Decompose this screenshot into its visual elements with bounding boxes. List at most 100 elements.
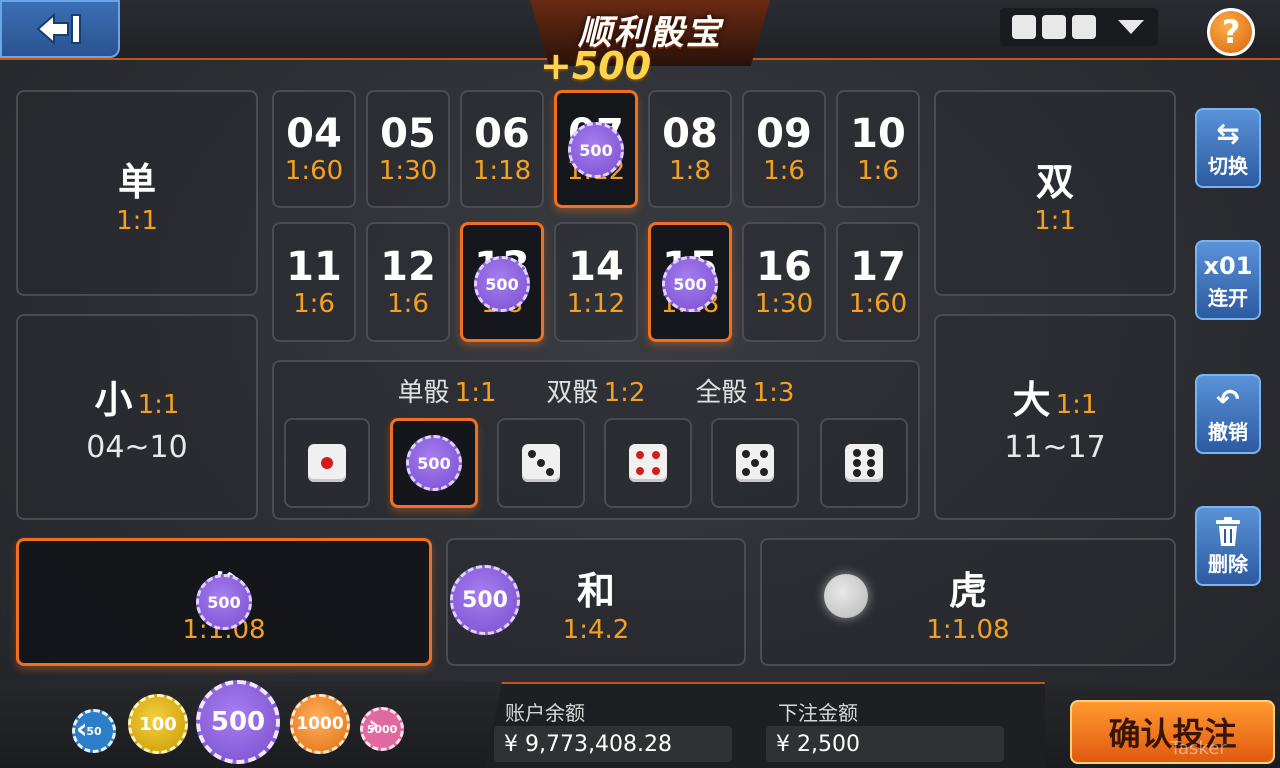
die-bet-1[interactable] [284,418,370,508]
sum-odds: 1:30 [378,156,438,186]
sum-cell-11[interactable]: 11 1:6 [272,222,356,342]
die-pip [636,467,644,475]
watermark: Tasker [1170,738,1227,759]
die-pip [528,450,536,458]
bet-small-header: 小 1:1 [95,369,180,424]
multiplier-label: 连开 [1208,285,1248,310]
menu-square-icon [1072,15,1096,39]
undo-button[interactable]: ↶ 撤销 [1195,374,1261,454]
sum-odds: 1:6 [857,156,899,186]
sum-number: 08 [662,111,718,157]
balance-label: 账户余额 [505,701,585,725]
chip-value: 1000 [296,714,344,734]
trash-icon [1216,516,1240,546]
scroll-left-icon[interactable]: ‹ [76,712,88,745]
die-pip [652,467,660,475]
chip-100[interactable]: 100 [128,694,188,754]
die-pip [760,450,768,458]
dropdown-arrow-icon [1118,20,1144,34]
die-face-5-icon [736,444,774,482]
win-popup: +500 [540,44,652,88]
bet-tie-odds: 1:4.2 [562,614,630,645]
switch-label: 切换 [1208,153,1248,178]
die-bet-2[interactable]: 500 [390,418,478,508]
die-bet-5[interactable] [711,418,799,508]
single-die-odds: 1:1 [454,378,497,408]
sum-number: 14 [568,244,624,290]
sum-odds: 1:6 [763,156,805,186]
switch-icon: ⇆ [1216,116,1240,150]
bet-big-range: 11~17 [1004,430,1106,465]
bet-amount-value: ¥ 2,500 [766,726,1004,762]
die-pip [546,468,554,476]
die-pip [867,449,875,457]
chip-5000[interactable]: 5000 [360,707,404,751]
sum-cell-04[interactable]: 04 1:60 [272,90,356,208]
delete-label: 删除 [1208,551,1248,576]
sum-cell-16[interactable]: 16 1:30 [742,222,826,342]
sum-odds: 1:18 [472,156,532,186]
bet-tiger[interactable]: 虎 1:1.08 [760,538,1176,666]
bet-small[interactable]: 小 1:1 04~10 [16,314,258,520]
multiplier-icon: x01 [1203,251,1253,280]
bet-big-label: 大 [1012,378,1051,422]
triple-die-header: 全骰 1:3 [695,372,794,409]
sum-odds: 1:8 [669,156,711,186]
undo-icon: ↶ [1216,382,1240,416]
sum-cell-08[interactable]: 08 1:8 [648,90,732,208]
bet-amount-label: 下注金额 [778,701,858,725]
die-pip [853,469,861,477]
die-bet-3[interactable] [497,418,585,508]
sum-cell-09[interactable]: 09 1:6 [742,90,826,208]
back-button[interactable] [0,0,120,58]
bet-odd[interactable]: 单 1:1 [16,90,258,296]
sum-number: 09 [756,111,812,157]
sum-cell-14[interactable]: 14 1:12 [554,222,638,342]
placed-chip: 500 [662,256,718,312]
die-bet-4[interactable] [604,418,692,508]
bet-even-odds: 1:1 [1034,205,1076,236]
sum-odds: 1:60 [284,156,344,186]
indicator-dot-icon [824,574,868,618]
die-face-1-icon [308,444,346,482]
sum-number: 16 [756,244,812,290]
die-pip [652,451,660,459]
bet-tiger-label: 虎 [948,568,987,613]
delete-button[interactable]: 删除 [1195,506,1261,586]
bet-even[interactable]: 双 1:1 [934,90,1176,296]
menu-dropdown[interactable] [1000,8,1158,46]
double-die-header: 双骰 1:2 [547,372,646,409]
help-button[interactable]: ? [1207,8,1255,56]
bet-big[interactable]: 大 1:1 11~17 [934,314,1176,520]
die-pip [537,459,545,467]
sum-cell-12[interactable]: 12 1:6 [366,222,450,342]
multiplier-button[interactable]: x01 连开 [1195,240,1261,320]
die-face-3-icon [522,444,560,482]
sum-cell-17[interactable]: 17 1:60 [836,222,920,342]
switch-button[interactable]: ⇆ 切换 [1195,108,1261,188]
sum-odds: 1:6 [293,289,335,319]
die-pip [751,459,759,467]
chip-1000[interactable]: 1000 [290,694,350,754]
sum-odds: 1:6 [387,289,429,319]
chip-500-selected[interactable]: 500 [196,680,280,764]
help-icon: ? [1221,13,1241,51]
scroll-right-icon[interactable]: › [368,708,380,741]
die-bet-6[interactable] [820,418,908,508]
sum-cell-10[interactable]: 10 1:6 [836,90,920,208]
sum-cell-06[interactable]: 06 1:18 [460,90,544,208]
bet-odd-odds: 1:1 [116,205,158,236]
bet-small-range: 04~10 [86,430,188,465]
sum-cell-05[interactable]: 05 1:30 [366,90,450,208]
bet-odd-label: 单 [117,159,156,204]
menu-square-icon [1042,15,1066,39]
bet-big-odds: 1:1 [1055,390,1098,420]
die-face-6-icon [845,444,883,482]
chip-value: 100 [139,713,177,735]
balance-value: ¥ 9,773,408.28 [494,726,732,762]
sum-number: 11 [286,244,342,290]
die-pip [742,468,750,476]
sum-number: 10 [850,111,906,157]
die-pip [742,450,750,458]
die-pip [867,459,875,467]
